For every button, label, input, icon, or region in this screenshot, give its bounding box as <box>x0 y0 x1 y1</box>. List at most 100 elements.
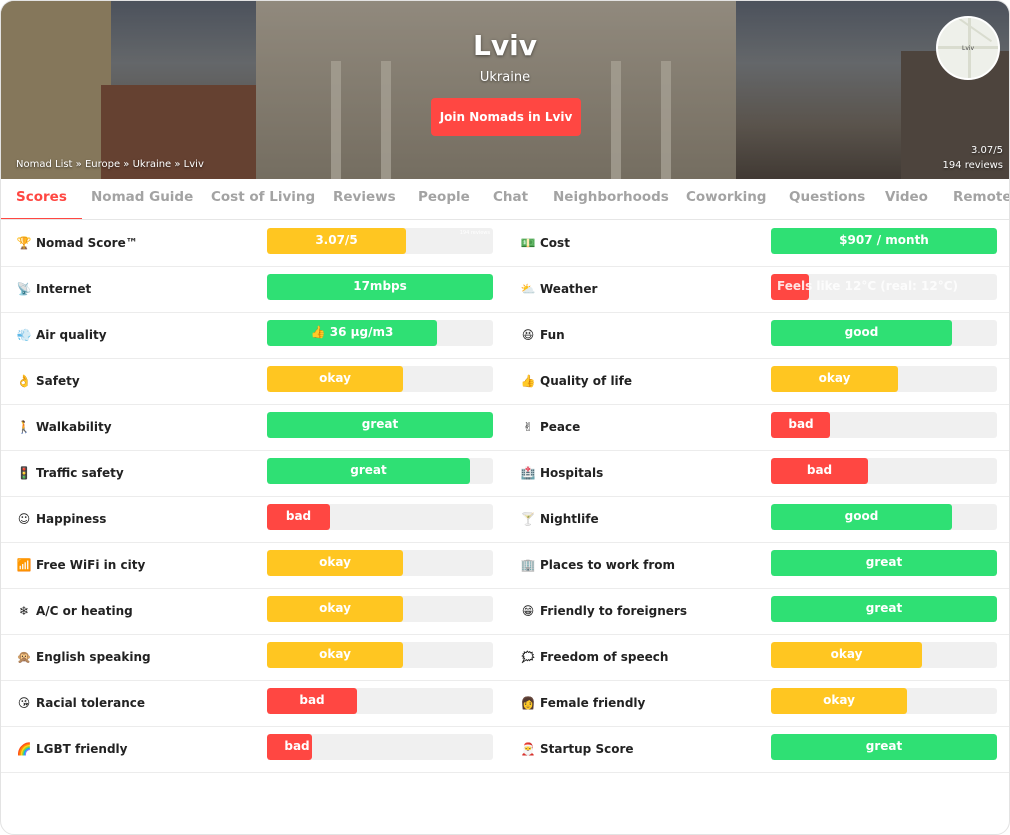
score-bar[interactable]: great <box>267 458 493 484</box>
score-label-text: Traffic safety <box>36 466 124 480</box>
tab-reviews[interactable]: Reviews <box>333 179 396 218</box>
score-value: 👍 36 µg/m3 <box>310 325 394 339</box>
score-bar[interactable]: 17mbps <box>267 274 493 300</box>
kiss-face-icon: 😘 <box>17 696 31 710</box>
score-bar[interactable]: bad <box>267 504 493 530</box>
score-value: great <box>350 463 387 477</box>
score-label: 🏥 Hospitals <box>520 450 604 496</box>
score-value: 17mbps <box>353 279 407 293</box>
tab-coworking[interactable]: Coworking <box>686 179 766 218</box>
score-bar[interactable]: okay <box>267 366 493 392</box>
score-label: 🙊 English speaking <box>16 634 151 680</box>
score-label-text: Places to work from <box>540 558 676 572</box>
score-bar[interactable]: bad <box>267 734 493 760</box>
score-bar[interactable]: $907 / month <box>771 228 997 254</box>
score-label: 🍸 Nightlife <box>520 496 599 542</box>
score-label: 📶 Free WiFi in city <box>16 542 146 588</box>
score-bar[interactable]: bad <box>771 412 997 438</box>
speech-icon: 🗯 <box>520 650 536 664</box>
score-label: 🌈 LGBT friendly <box>16 726 128 772</box>
tab-scores[interactable]: Scores <box>1 179 82 219</box>
tab-remote[interactable]: Remote <box>953 179 1009 218</box>
score-value: okay <box>319 371 351 385</box>
score-label: ☺ Happiness <box>16 496 107 542</box>
city-map[interactable]: Lviv <box>936 16 1000 80</box>
score-label-text: Quality of life <box>540 374 633 388</box>
score-value: good <box>844 509 879 523</box>
score-bar[interactable]: great <box>771 550 997 576</box>
cloud-sun-icon: ⛅ <box>520 282 536 296</box>
score-label-text: Safety <box>36 374 80 388</box>
score-bar[interactable]: Feels like 12°C (real: 12°C) <box>771 274 997 300</box>
tab-video[interactable]: Video <box>885 179 928 218</box>
score-bar[interactable]: bad <box>267 688 493 714</box>
score-row: 👌 Safety okay 👍 Quality of life okay <box>1 358 1009 405</box>
score-bar[interactable]: okay <box>267 596 493 622</box>
score-label-text: Internet <box>36 282 92 296</box>
score-bar[interactable]: good <box>771 320 997 346</box>
breadcrumb[interactable]: Nomad List » Europe » Ukraine » Lviv <box>16 159 204 170</box>
tab-cost-of-living[interactable]: Cost of Living <box>211 179 315 218</box>
snowflake-icon: ❄ <box>18 604 30 618</box>
score-bar[interactable]: okay <box>267 550 493 576</box>
hero-banner: Lviv Ukraine Join Nomads in Lviv Nomad L… <box>1 1 1009 179</box>
score-bar[interactable]: okay <box>771 688 997 714</box>
score-bar[interactable]: 👍 36 µg/m3 <box>267 320 493 346</box>
score-value: bad <box>806 463 833 477</box>
score-label: 💵 Cost <box>520 220 570 266</box>
woman-icon: 👩 <box>520 696 536 710</box>
country-name: Ukraine <box>479 70 531 85</box>
score-row: 🚦 Traffic safety great 🏥 Hospitals bad <box>1 450 1009 497</box>
score-label-text: Peace <box>540 420 581 434</box>
score-value: okay <box>319 555 351 569</box>
score-label-text: Nightlife <box>540 512 599 526</box>
ok-hand-icon: 👌 <box>16 374 32 388</box>
antenna-icon: 📡 <box>16 282 32 296</box>
score-label: 🎅 Startup Score <box>520 726 634 772</box>
score-label: 😆 Fun <box>520 312 565 358</box>
score-bar[interactable]: okay <box>267 642 493 668</box>
score-row: 🚶 Walkability great ✌ Peace bad <box>1 404 1009 451</box>
score-value: bad <box>788 417 814 431</box>
score-bar[interactable]: great <box>267 412 493 438</box>
join-button[interactable]: Join Nomads in Lviv <box>431 98 581 136</box>
score-bar[interactable]: okay <box>771 366 997 392</box>
tab-chat[interactable]: Chat <box>493 179 528 218</box>
score-label: 🚶 Walkability <box>16 404 112 450</box>
score-value: okay <box>319 601 351 615</box>
score-bar[interactable]: okay <box>771 642 997 668</box>
score-label-text: Fun <box>540 328 565 342</box>
tab-bar: Scores Nomad Guide Cost of Living Reviews Pe… <box>1 179 1009 220</box>
laughing-face-icon: 😆 <box>521 328 535 342</box>
score-label-text: A/C or heating <box>36 604 133 618</box>
score-value: good <box>844 325 879 339</box>
score-label: 🚦 Traffic safety <box>16 450 124 496</box>
score-label: 📡 Internet <box>16 266 92 312</box>
score-bar[interactable]: 3.07/5 194 reviews <box>267 228 493 254</box>
wind-icon: 💨 <box>16 328 32 342</box>
score-bar[interactable]: great <box>771 734 997 760</box>
tab-nomad-guide[interactable]: Nomad Guide <box>91 179 193 218</box>
review-count[interactable]: 194 reviews <box>942 158 1003 173</box>
hospital-icon: 🏥 <box>520 466 536 480</box>
score-row: 🏆 Nomad Score™ 3.07/5 194 reviews 💵 Cost $907 … <box>1 220 1009 267</box>
score-value: okay <box>823 693 855 707</box>
score-label-text: Cost <box>540 236 570 250</box>
score-label: 👩 Female friendly <box>520 680 646 726</box>
score-label-text: Weather <box>540 282 598 296</box>
score-label: ❄ A/C or heating <box>16 588 133 634</box>
tab-neighborhoods[interactable]: Neighborhoods <box>553 179 669 218</box>
grin-icon: 😁 <box>521 604 535 618</box>
tab-questions[interactable]: Questions <box>789 179 865 218</box>
score-label-text: Hospitals <box>540 466 604 480</box>
city-card: Lviv Ukraine Join Nomads in Lviv Nomad L… <box>0 0 1010 835</box>
score-bar[interactable]: great <box>771 596 997 622</box>
score-label-text: Freedom of speech <box>540 650 669 664</box>
score-value: great <box>865 555 903 569</box>
score-bar[interactable]: bad <box>771 458 997 484</box>
peace-hand-icon: ✌ <box>522 420 534 434</box>
score-label: ⛅ Weather <box>520 266 598 312</box>
score-value: great <box>865 601 903 615</box>
tab-people[interactable]: People <box>418 179 470 218</box>
score-bar[interactable]: good <box>771 504 997 530</box>
